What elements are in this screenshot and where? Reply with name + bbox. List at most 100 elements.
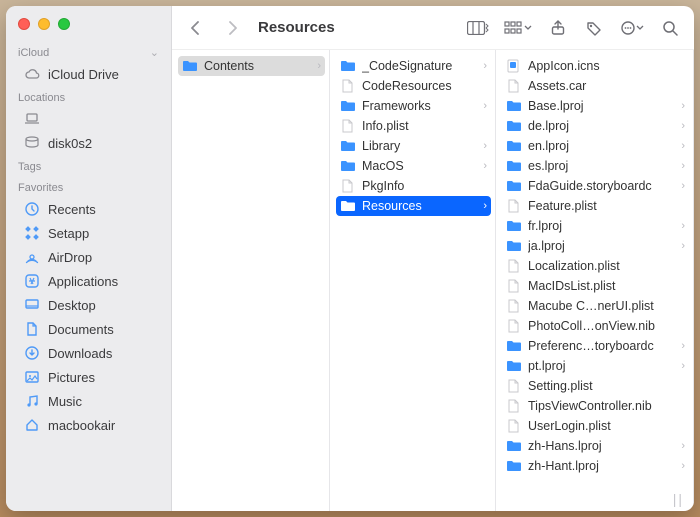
cloud-icon: [24, 66, 40, 82]
file-row[interactable]: ja.lproj ›: [502, 236, 689, 256]
file-row[interactable]: fr.lproj›: [502, 216, 689, 236]
sidebar-item-downloads[interactable]: Downloads: [6, 341, 171, 365]
file-name: PhotoColl…onView.nib: [528, 319, 685, 333]
sidebar-item-macbookair[interactable]: macbookair: [6, 413, 171, 437]
folder-icon: [340, 59, 356, 73]
chevron-right-icon: ›: [681, 240, 685, 252]
close-window-button[interactable]: [18, 18, 30, 30]
forward-button[interactable]: [218, 16, 246, 40]
file-row[interactable]: Assets.car: [502, 76, 689, 96]
laptop-icon: [24, 111, 40, 127]
file-row[interactable]: Macube C…nerUI.plist: [502, 296, 689, 316]
file-row[interactable]: MacIDsList.plist: [502, 276, 689, 296]
sidebar-item-icloud-drive[interactable]: iCloud Drive: [6, 62, 171, 86]
icns-icon: [506, 59, 522, 73]
folder-icon: [340, 99, 356, 113]
share-button[interactable]: [544, 16, 572, 40]
file-row[interactable]: zh-Hant.lproj›: [502, 456, 689, 476]
sidebar-section-tags[interactable]: Tags: [6, 155, 171, 176]
folder-icon: [506, 339, 522, 353]
sidebar-section-icloud[interactable]: iCloud⌄: [6, 40, 171, 62]
file-name: Library: [362, 139, 477, 153]
file-row[interactable]: AppIcon.icns: [502, 56, 689, 76]
sidebar-item-setapp[interactable]: Setapp: [6, 221, 171, 245]
chevron-right-icon: ›: [483, 100, 487, 112]
group-by-button[interactable]: [500, 16, 536, 40]
folder-icon: [506, 139, 522, 153]
file-icon: [506, 279, 522, 293]
file-icon: [506, 379, 522, 393]
sidebar-item-label: Pictures: [48, 370, 161, 385]
file-row[interactable]: zh-Hans.lproj›: [502, 436, 689, 456]
file-row[interactable]: FdaGuide.storyboardc›: [502, 176, 689, 196]
file-row[interactable]: es.lproj›: [502, 156, 689, 176]
column-2[interactable]: AppIcon.icnsAssets.car Base.lproj › de.lpro…: [496, 50, 694, 511]
chevron-right-icon: ›: [483, 60, 487, 72]
zoom-window-button[interactable]: [58, 18, 70, 30]
file-row[interactable]: Preferenc…toryboardc›: [502, 336, 689, 356]
chevron-down-icon: ⌄: [150, 46, 159, 59]
tags-button[interactable]: [580, 16, 608, 40]
file-row[interactable]: Base.lproj ›: [502, 96, 689, 116]
file-name: TipsViewController.nib: [528, 399, 685, 413]
sidebar-item-laptop-icon[interactable]: [6, 107, 171, 131]
file-row[interactable]: MacOS›: [336, 156, 491, 176]
sidebar-item-label: iCloud Drive: [48, 67, 161, 82]
clock-icon: [24, 201, 40, 217]
file-row[interactable]: _CodeSignature›: [336, 56, 491, 76]
back-button[interactable]: [182, 16, 210, 40]
file-name: Localization.plist: [528, 259, 685, 273]
file-row[interactable]: Setting.plist: [502, 376, 689, 396]
file-row[interactable]: UserLogin.plist: [502, 416, 689, 436]
file-name: ja.lproj: [528, 239, 675, 253]
file-row[interactable]: PkgInfo: [336, 176, 491, 196]
file-name: Info.plist: [362, 119, 487, 133]
home-icon: [24, 417, 40, 433]
sidebar-item-pictures[interactable]: Pictures: [6, 365, 171, 389]
action-menu-button[interactable]: [616, 16, 648, 40]
file-row[interactable]: TipsViewController.nib: [502, 396, 689, 416]
file-row[interactable]: Library›: [336, 136, 491, 156]
sidebar-item-label: macbookair: [48, 418, 161, 433]
sidebar-item-airdrop[interactable]: AirDrop: [6, 245, 171, 269]
setapp-icon: [24, 225, 40, 241]
file-row[interactable]: Contents›: [178, 56, 325, 76]
sidebar-item-documents[interactable]: Documents: [6, 317, 171, 341]
minimize-window-button[interactable]: [38, 18, 50, 30]
file-icon: [506, 299, 522, 313]
resize-handle[interactable]: ||: [673, 491, 684, 507]
search-button[interactable]: [656, 16, 684, 40]
file-row[interactable]: en.lproj›: [502, 136, 689, 156]
column-1[interactable]: _CodeSignature›CodeResourcesFrameworks› I…: [330, 50, 496, 511]
chevron-right-icon: ›: [483, 160, 487, 172]
file-row[interactable]: Feature.plist: [502, 196, 689, 216]
file-row[interactable]: de.lproj›: [502, 116, 689, 136]
column-0[interactable]: Contents›: [172, 50, 330, 511]
folder-icon: [340, 199, 356, 213]
file-row[interactable]: Frameworks›: [336, 96, 491, 116]
file-row[interactable]: Info.plist: [336, 116, 491, 136]
chevron-right-icon: ›: [681, 340, 685, 352]
file-name: PkgInfo: [362, 179, 487, 193]
sidebar-item-applications[interactable]: Applications: [6, 269, 171, 293]
file-row[interactable]: Localization.plist: [502, 256, 689, 276]
sidebar-item-desktop[interactable]: Desktop: [6, 293, 171, 317]
folder-icon: [506, 179, 522, 193]
view-columns-button[interactable]: [464, 16, 492, 40]
chevron-right-icon: ›: [681, 460, 685, 472]
chevron-right-icon: ›: [681, 100, 685, 112]
pictures-icon: [24, 369, 40, 385]
sidebar-item-music[interactable]: Music: [6, 389, 171, 413]
sidebar-item-disk0s2[interactable]: disk0s2: [6, 131, 171, 155]
disk-icon: [24, 135, 40, 151]
file-row[interactable]: pt.lproj›: [502, 356, 689, 376]
sidebar-section-locations[interactable]: Locations: [6, 86, 171, 107]
file-row[interactable]: Resources›: [336, 196, 491, 216]
sidebar-section-favorites[interactable]: Favorites: [6, 176, 171, 197]
file-name: Base.lproj: [528, 99, 675, 113]
file-icon: [506, 399, 522, 413]
sidebar-item-recents[interactable]: Recents: [6, 197, 171, 221]
file-row[interactable]: PhotoColl…onView.nib: [502, 316, 689, 336]
file-row[interactable]: CodeResources: [336, 76, 491, 96]
file-name: Macube C…nerUI.plist: [528, 299, 685, 313]
